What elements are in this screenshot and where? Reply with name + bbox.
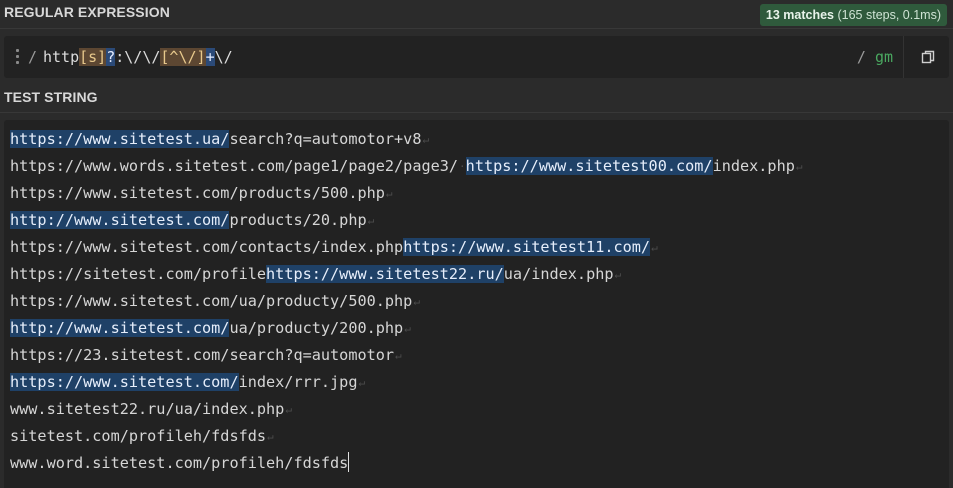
line-text: https://sitetest.com/profile xyxy=(10,265,267,283)
test-string-line[interactable]: http://www.sitetest.com/ua/producty/200.… xyxy=(10,315,802,342)
line-text: products/20.php xyxy=(229,211,367,229)
regex-flags[interactable]: / gm xyxy=(857,46,893,68)
match-highlight: http://www.sitetest.com/ xyxy=(10,319,230,337)
test-string-line[interactable]: http://www.sitetest.com/products/20.php↵ xyxy=(10,207,802,234)
test-string-line[interactable]: https://www.sitetest.com/contacts/index.… xyxy=(10,234,802,261)
regex-token-literal: http xyxy=(43,48,80,66)
newline-marker: ↵ xyxy=(651,241,658,254)
test-string-line[interactable]: www.word.sitetest.com/profileh/fdsfds xyxy=(10,450,802,477)
match-highlight: https://www.sitetest11.com/ xyxy=(403,238,651,256)
newline-marker: ↵ xyxy=(385,187,393,200)
match-highlight: https://www.sitetest22.ru/ xyxy=(266,265,504,283)
line-text: https://23.sitetest.com/ xyxy=(10,346,230,364)
match-info-badge: 13 matches (165 steps, 0.1ms) xyxy=(759,4,947,26)
whitespace-marker: · xyxy=(459,160,466,173)
newline-marker: ↵ xyxy=(795,160,803,173)
regex-delimiter-close: / xyxy=(856,48,866,66)
newline-marker: ↵ xyxy=(422,133,430,146)
test-string-lines[interactable]: https://www.sitetest.ua/search?q=automot… xyxy=(10,126,802,477)
line-text: products/500.php xyxy=(238,184,385,202)
newline-marker: ↵ xyxy=(267,430,274,443)
test-string-line[interactable]: https://www.sitetest.ua/search?q=automot… xyxy=(10,126,802,153)
test-string-line[interactable]: https://www.sitetest.com/index/rrr.jpg↵ xyxy=(10,369,802,396)
match-highlight: https://www.sitetest.ua/ xyxy=(10,130,230,148)
regex-token-quant: ? xyxy=(106,48,116,66)
regex-section-title: REGULAR EXPRESSION xyxy=(4,4,170,20)
line-text: www.word.sitetest.com/profileh/fdsfds xyxy=(10,454,349,472)
match-highlight: http://www.sitetest.com/ xyxy=(10,211,230,229)
match-highlight: https://www.sitetest.com/ xyxy=(10,373,239,391)
test-string-line[interactable]: https://www.sitetest.com/ua/producty/500… xyxy=(10,288,802,315)
match-highlight: https://www.sitetest00.com/ xyxy=(465,157,713,175)
line-text: index/rrr.jpg xyxy=(238,373,358,391)
regex-token-quant: + xyxy=(205,48,215,66)
newline-marker: ↵ xyxy=(285,403,292,416)
divider xyxy=(0,112,953,113)
newline-marker: ↵ xyxy=(404,322,411,335)
flags-divider xyxy=(903,36,904,78)
line-text: ua/producty/500.php xyxy=(238,292,413,310)
line-text: search?q=automotor+v8 xyxy=(229,130,422,148)
regex-input-bar[interactable]: / http[s]?:\/\/[^\/]+\/ / gm xyxy=(4,36,949,78)
regex-token-esc: :\/\/ xyxy=(115,48,161,66)
copy-icon xyxy=(921,50,935,64)
test-string-line[interactable]: sitetest.com/profileh/fdsfds↵ xyxy=(10,423,802,450)
regex-token-esc: \/ xyxy=(214,48,233,66)
test-string-title: TEST STRING xyxy=(4,89,98,105)
regex-token-class: [s] xyxy=(79,48,107,66)
newline-marker: ↵ xyxy=(367,214,375,227)
copy-button[interactable] xyxy=(911,40,945,74)
drag-handle-icon[interactable] xyxy=(16,46,20,66)
test-string-line[interactable]: https://sitetest.com/profilehttps://www.… xyxy=(10,261,802,288)
match-count: 13 matches xyxy=(765,8,834,22)
line-text: https://www.sitetest.com/ xyxy=(10,184,239,202)
regex-token-class: [^\/] xyxy=(160,48,206,66)
newline-marker: ↵ xyxy=(413,295,420,308)
line-text: ua/producty/200.php xyxy=(229,319,404,337)
line-text: search?q=automotor xyxy=(229,346,395,364)
line-text: www.sitetest22.ru/ua/index.php xyxy=(10,400,285,418)
line-text: ua/index.php xyxy=(503,265,614,283)
regex-input[interactable]: http[s]?:\/\/[^\/]+\/ xyxy=(43,46,233,68)
regex-delimiter-open: / xyxy=(28,48,38,66)
newline-marker: ↵ xyxy=(614,268,622,281)
line-text: index.php xyxy=(712,157,795,175)
test-string-line[interactable]: https://www.sitetest.com/products/500.ph… xyxy=(10,180,802,207)
line-text: https://www.sitetest.com/ xyxy=(10,292,239,310)
line-text: https://www.sitetest.com/contacts/index.… xyxy=(10,238,404,256)
divider xyxy=(0,28,953,29)
newline-marker: ↵ xyxy=(358,376,366,389)
line-text: sitetest.com/profileh/fdsfds xyxy=(10,427,267,445)
test-string-line[interactable]: https://www.words.sitetest.com/page1/pag… xyxy=(10,153,802,180)
line-text: https://www.words.sitetest.com/page1/pag… xyxy=(10,157,459,175)
text-caret xyxy=(348,452,350,472)
newline-marker: ↵ xyxy=(395,349,402,362)
test-string-line[interactable]: www.sitetest22.ru/ua/index.php↵ xyxy=(10,396,802,423)
test-string-editor[interactable]: https://www.sitetest.ua/search?q=automot… xyxy=(4,120,949,488)
flags-value[interactable]: gm xyxy=(875,48,893,66)
match-details: (165 steps, 0.1ms) xyxy=(837,8,941,22)
test-string-line[interactable]: https://23.sitetest.com/search?q=automot… xyxy=(10,342,802,369)
